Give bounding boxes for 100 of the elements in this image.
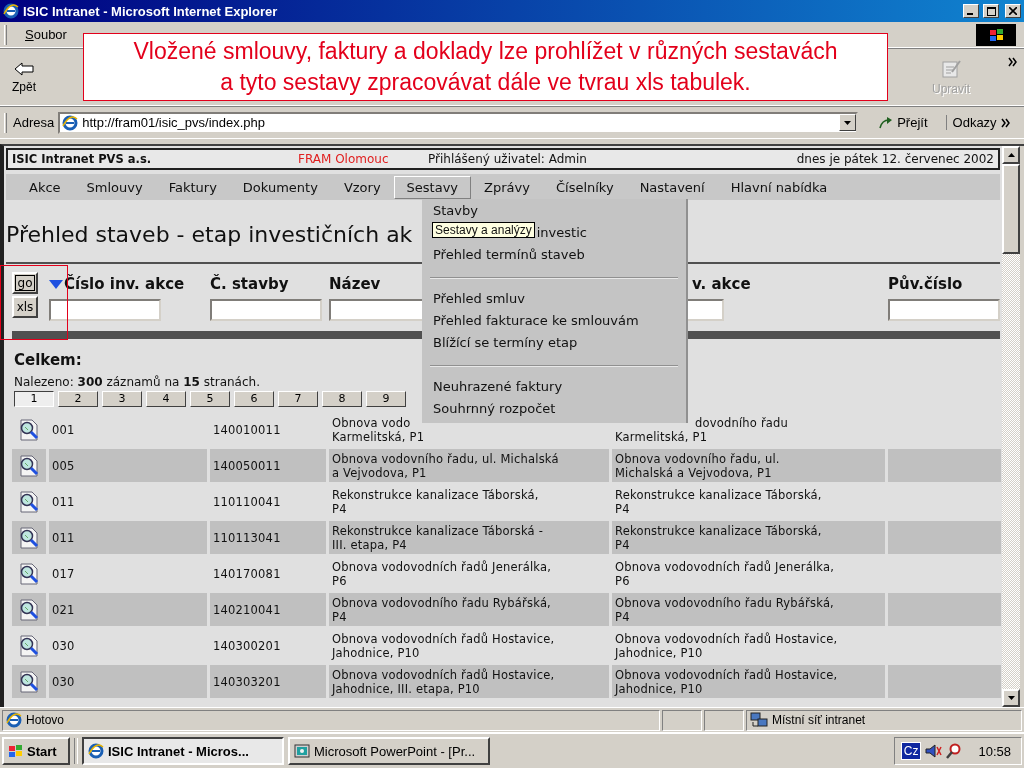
nav-item[interactable]: Vzory xyxy=(330,175,394,199)
clock-time: 10:58 xyxy=(978,743,1011,759)
table-cell-text: 140010011 xyxy=(212,422,282,439)
page-button[interactable]: 4 xyxy=(146,391,186,407)
sort-arrow-icon[interactable] xyxy=(49,279,63,289)
start-button[interactable]: Start xyxy=(2,737,70,766)
scrollbar[interactable] xyxy=(1002,146,1020,708)
page-button[interactable]: 6 xyxy=(234,391,274,407)
menu-item[interactable]: investic xyxy=(536,225,587,240)
page-button[interactable]: 1 xyxy=(14,391,54,407)
page-button[interactable]: 2 xyxy=(58,391,98,407)
scroll-up-button[interactable] xyxy=(1002,146,1020,164)
scroll-down-button[interactable] xyxy=(1002,689,1020,708)
status-pane xyxy=(662,709,702,731)
page-button[interactable]: 3 xyxy=(102,391,142,407)
table-cell: Obnova vodovního řadu, ul. Michalská a Vejvodova, P1 xyxy=(612,449,885,482)
excel-export-button[interactable]: xls xyxy=(12,296,38,318)
table-cell: Obnova vodovodního řadu Rybářská, P4 xyxy=(329,593,609,626)
go-button[interactable]: go xyxy=(12,272,38,294)
table-cell-text: dovodního řadu Karmelitská, P1 xyxy=(614,415,790,446)
input-field[interactable] xyxy=(210,299,322,321)
menu-item[interactable]: Přehled fakturace ke smlouvám xyxy=(433,313,639,328)
nav-item[interactable]: Nastavení xyxy=(626,175,718,199)
input-field[interactable] xyxy=(888,299,1000,321)
table-cell: 140210041 xyxy=(210,593,326,626)
nav-item[interactable]: Faktury xyxy=(155,175,230,199)
chevron-icon[interactable] xyxy=(1008,57,1018,67)
table-cell-text: Obnova vodo Karmelitská, P1 xyxy=(331,415,426,446)
language-indicator[interactable]: Cz xyxy=(900,742,922,761)
document-magnifier-icon xyxy=(17,561,41,586)
taskbar-button[interactable]: Microsoft PowerPoint - [Pr... xyxy=(288,737,490,766)
down-arrow-icon xyxy=(1007,696,1015,701)
back-arrow-icon xyxy=(13,60,35,77)
page-icon xyxy=(62,114,79,131)
caret-icon xyxy=(844,120,852,125)
tooltip: Sestavy a analýzy xyxy=(432,222,535,238)
input-field[interactable] xyxy=(49,299,161,321)
menu-item[interactable]: Blížící se termíny etap xyxy=(433,335,578,350)
table-cell: 110113041 xyxy=(210,521,326,554)
menu-item[interactable]: Přehled smluv xyxy=(433,291,525,306)
table-cell: Obnova vodovodního řadu Rybářská, P4 xyxy=(612,593,885,626)
document-magnifier-icon xyxy=(17,417,41,442)
table-cell: 140303201 xyxy=(210,665,326,698)
page-title: Přehled staveb - etap investičních ak xyxy=(6,222,413,247)
maximize-icon xyxy=(986,6,996,16)
status-text: Hotovo xyxy=(26,713,65,728)
found-summary: Nalezeno: 300 záznamů na 15 stranách. xyxy=(14,375,260,389)
table-cell-text: 017 xyxy=(51,566,76,583)
chevron-icon[interactable] xyxy=(1000,117,1011,128)
view-button[interactable] xyxy=(12,665,46,698)
view-button[interactable] xyxy=(12,593,46,626)
go-button[interactable]: Přejít xyxy=(872,113,934,132)
nav-item[interactable]: Akce xyxy=(16,175,74,199)
up-arrow-icon xyxy=(1007,153,1015,157)
document-magnifier-icon xyxy=(17,453,41,478)
menu-item[interactable]: Přehled termínů staveb xyxy=(433,247,585,262)
menu-item[interactable]: Soubor xyxy=(21,25,71,44)
close-button[interactable] xyxy=(1005,4,1021,18)
nav-item[interactable]: Smlouvy xyxy=(73,175,156,199)
presentation-icon xyxy=(294,744,310,759)
minimize-button[interactable] xyxy=(963,4,979,18)
nav-item[interactable]: Zprávy xyxy=(471,175,543,199)
address-field[interactable]: http://fram01/isic_pvs/index.php xyxy=(58,111,859,134)
scroll-thumb[interactable] xyxy=(1002,164,1020,254)
menu-item[interactable]: Stavby xyxy=(433,203,478,218)
input-field[interactable] xyxy=(329,299,425,321)
table-cell-text: 110110041 xyxy=(212,494,282,511)
table-cell: 021 xyxy=(49,593,207,626)
nav-item[interactable]: Hlavní nabídka xyxy=(717,175,841,199)
page-button[interactable]: 5 xyxy=(190,391,230,407)
column-header: Pův.číslo xyxy=(888,275,963,293)
table-cell-text: 011 xyxy=(51,494,76,511)
maximize-button[interactable] xyxy=(983,4,999,18)
links-label[interactable]: Odkazy xyxy=(945,115,997,130)
taskbar-button[interactable]: ISIC Intranet - Micros... xyxy=(82,737,284,766)
back-button[interactable]: Zpět xyxy=(4,56,44,98)
window-title: ISIC Intranet - Microsoft Internet Explorer xyxy=(23,3,279,19)
document-magnifier-icon xyxy=(17,597,41,622)
nav-item[interactable]: Dokumenty xyxy=(229,175,331,199)
company-name: ISIC Intranet PVS a.s. xyxy=(12,152,153,166)
close-icon xyxy=(1009,7,1017,15)
view-button[interactable] xyxy=(12,449,46,482)
table-cell: 140050011 xyxy=(210,449,326,482)
address-label: Adresa xyxy=(13,115,55,130)
nav-item[interactable]: Sestavy xyxy=(393,175,472,199)
speaker-icon[interactable] xyxy=(924,743,943,760)
table-cell: Obnova vodovního řadu, ul. Michalská a Vejvodova, P1 xyxy=(329,449,609,482)
menu-item[interactable]: Neuhrazené faktury xyxy=(433,379,563,394)
menu-item[interactable]: Souhrnný rozpočet xyxy=(433,401,556,416)
logged-user: Přihlášený uživatel: Admin xyxy=(428,152,587,166)
nav-item[interactable]: Číselníky xyxy=(542,175,627,199)
table-cell-text: Rekonstrukce kanalizace Táborská, P4 xyxy=(614,487,823,518)
view-button[interactable] xyxy=(12,521,46,554)
document-magnifier-icon xyxy=(17,489,41,514)
branch-name: FRAM Olomouc xyxy=(298,152,390,166)
dropdown-button[interactable] xyxy=(839,114,857,131)
callout-note: Vložené smlouvy, faktury a doklady lze prohlížet v různých sestavách a tyto sestavy zpracovávat dále ve tvrau xls tabulek. xyxy=(83,33,888,101)
page-button[interactable]: 7 xyxy=(278,391,318,407)
page-button[interactable]: 8 xyxy=(322,391,362,407)
page-button[interactable]: 9 xyxy=(366,391,406,407)
